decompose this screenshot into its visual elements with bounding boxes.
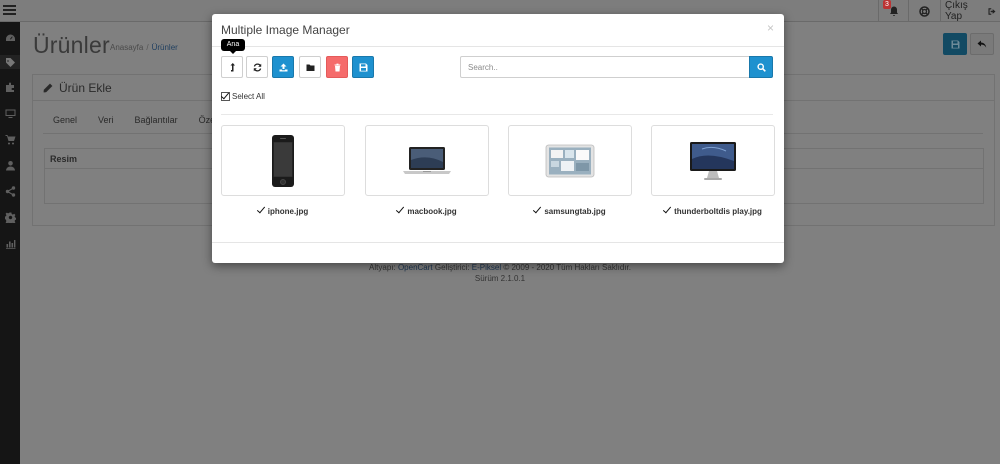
- logout-label: Çıkış Yap: [945, 0, 968, 22]
- notification-badge: 3: [883, 0, 891, 9]
- panel-title: Ürün Ekle: [59, 80, 112, 95]
- divider: [221, 114, 773, 115]
- new-folder-button[interactable]: [299, 56, 321, 78]
- image-manager-modal: Multiple Image Manager × Ana Select All: [212, 14, 784, 263]
- form-tabs: Genel Veri Bağlantılar Özelli: [53, 115, 221, 125]
- image-thumbnail-macbook[interactable]: [365, 125, 489, 196]
- parent-folder-button[interactable]: [221, 56, 243, 78]
- folder-icon: [306, 64, 314, 71]
- tooltip: Ana: [221, 39, 245, 54]
- top-right-menu: 3 Çıkış Yap: [878, 0, 1000, 22]
- footer-credits: Altyapı: OpenCart Geliştirici: E-Piksel …: [0, 263, 1000, 272]
- modal-title: Multiple Image Manager: [221, 23, 350, 37]
- left-sidebar: [0, 22, 20, 464]
- close-button[interactable]: ×: [767, 21, 774, 35]
- tag-icon: [5, 57, 15, 67]
- search-button[interactable]: [749, 56, 773, 78]
- tab-general[interactable]: Genel: [53, 115, 77, 125]
- sidebar-item-system[interactable]: [0, 210, 20, 224]
- macbook-image: [403, 146, 451, 174]
- image-name: iphone.jpg: [267, 207, 309, 216]
- footer-text: © 2009 - 2020 Tüm Hakları Saklıdır.: [503, 263, 631, 272]
- image-checkbox-iphone[interactable]: [257, 207, 266, 216]
- reply-icon: [977, 40, 987, 48]
- image-checkbox-macbook[interactable]: [397, 207, 406, 216]
- select-all-label: Select All: [232, 92, 265, 101]
- puzzle-icon: [5, 82, 14, 92]
- search-icon: [756, 62, 766, 72]
- breadcrumb-current[interactable]: Ürünler: [152, 43, 178, 52]
- breadcrumb: Anasayfa / Ürünler: [110, 43, 178, 52]
- delete-button[interactable]: [326, 56, 348, 78]
- search-input[interactable]: [460, 56, 750, 78]
- image-checkbox-thunderbolt[interactable]: [664, 207, 673, 216]
- select-all-checkbox[interactable]: Select All: [221, 92, 265, 101]
- logout-button[interactable]: Çıkış Yap: [940, 0, 1000, 22]
- image-name: samsungtab.jpg: [544, 207, 606, 216]
- modal-header: Multiple Image Manager ×: [212, 14, 784, 47]
- gear-icon: [4, 212, 16, 223]
- image-thumbnail-samsungtab[interactable]: [508, 125, 632, 196]
- sidebar-item-design[interactable]: [0, 106, 20, 120]
- menu-toggle-icon[interactable]: [3, 5, 16, 16]
- upload-button[interactable]: [272, 56, 294, 78]
- share-icon: [5, 185, 15, 197]
- image-caption-thunderbolt: thunderboltdis play.jpg: [651, 207, 775, 216]
- image-caption-macbook: macbook.jpg: [365, 207, 489, 216]
- image-caption-iphone: iphone.jpg: [221, 207, 345, 216]
- refresh-icon: [253, 62, 261, 72]
- footer-link-developer[interactable]: E-Piksel: [472, 263, 501, 272]
- footer-text: Altyapı:: [369, 263, 396, 272]
- page-title: Ürünler: [33, 32, 110, 58]
- dashboard-icon: [5, 34, 15, 41]
- breadcrumb-home[interactable]: Anasayfa: [110, 43, 143, 52]
- image-thumbnail-iphone[interactable]: [221, 125, 345, 196]
- help-button[interactable]: [908, 0, 940, 22]
- sidebar-item-marketing[interactable]: [0, 184, 20, 198]
- cart-icon: [5, 134, 15, 144]
- image-name: thunderboltdis play.jpg: [674, 207, 762, 216]
- sidebar-item-catalog[interactable]: [0, 55, 20, 69]
- save-icon: [951, 40, 959, 48]
- bar-chart-icon: [5, 239, 15, 249]
- notifications-button[interactable]: 3: [878, 0, 908, 22]
- trash-icon: [334, 63, 340, 71]
- image-thumbnail-thunderbolt[interactable]: [651, 125, 775, 196]
- footer-text: Geliştirici:: [434, 263, 470, 272]
- monitor-icon: [5, 109, 15, 118]
- tab-links[interactable]: Bağlantılar: [135, 115, 178, 125]
- footer-link-opencart[interactable]: OpenCart: [398, 263, 433, 272]
- upload-icon: [279, 63, 287, 71]
- user-icon: [5, 160, 15, 170]
- save-product-button[interactable]: [943, 33, 967, 55]
- sidebar-item-extensions[interactable]: [0, 80, 20, 94]
- modal-footer-divider: [212, 242, 784, 243]
- life-ring-icon: [919, 5, 930, 17]
- sidebar-item-sales[interactable]: [0, 132, 20, 146]
- refresh-button[interactable]: [246, 56, 268, 78]
- back-button[interactable]: [970, 33, 994, 55]
- save-selection-button[interactable]: [352, 56, 374, 78]
- tab-data[interactable]: Veri: [98, 115, 114, 125]
- save-icon: [359, 63, 367, 71]
- footer-version: Sürüm 2.1.0.1: [474, 274, 526, 283]
- sidebar-item-customers[interactable]: [0, 158, 20, 172]
- image-name: macbook.jpg: [407, 207, 457, 216]
- level-up-icon: [230, 62, 235, 71]
- sidebar-item-reports[interactable]: [0, 236, 20, 250]
- sidebar-item-dashboard[interactable]: [0, 31, 20, 45]
- display-image: [690, 141, 736, 180]
- image-checkbox-samsungtab[interactable]: [534, 207, 543, 216]
- iphone-image: [272, 134, 294, 187]
- sign-out-icon: [988, 7, 996, 15]
- tablet-image: [545, 144, 595, 177]
- pencil-icon: [43, 83, 53, 92]
- select-all-check[interactable]: [221, 92, 230, 101]
- image-caption-samsungtab: samsungtab.jpg: [508, 207, 632, 216]
